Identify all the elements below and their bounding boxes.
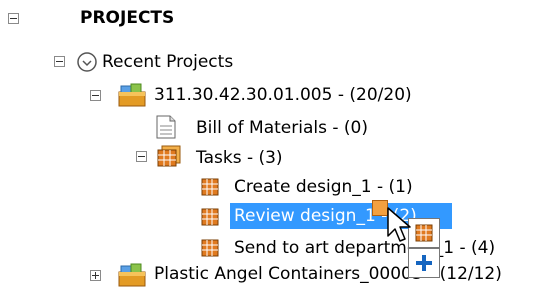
bom-label: Bill of Materials - (0) bbox=[196, 118, 368, 138]
calendar-icon bbox=[201, 239, 219, 257]
folder-box-icon bbox=[118, 83, 146, 107]
task-1-label: Create design_1 - (1) bbox=[234, 177, 413, 197]
folder-box-icon bbox=[118, 263, 146, 287]
tree-node-task-3[interactable]: Send to art department_1 - (4) bbox=[232, 234, 497, 262]
recent-projects-label: Recent Projects bbox=[102, 52, 234, 72]
document-icon bbox=[156, 115, 176, 139]
expand-toggle-project-2[interactable] bbox=[90, 270, 101, 281]
drag-ghost bbox=[372, 200, 444, 284]
tree-node-recent-projects[interactable]: Recent Projects bbox=[100, 48, 235, 76]
collapse-toggle-tasks[interactable] bbox=[136, 151, 147, 162]
clock-circle-icon bbox=[77, 52, 97, 72]
tasks-label: Tasks - (3) bbox=[196, 148, 283, 168]
project-1-label: 311.30.42.30.01.005 - (20/20) bbox=[154, 85, 412, 105]
collapse-toggle-project-1[interactable] bbox=[90, 90, 101, 101]
projects-root-label: PROJECTS bbox=[80, 8, 175, 28]
calendar-stack-icon bbox=[157, 145, 181, 167]
task-3-label: Send to art department_1 - (4) bbox=[234, 238, 496, 258]
calendar-icon bbox=[201, 178, 219, 196]
tree-node-projects[interactable]: PROJECTS bbox=[78, 4, 176, 32]
collapse-toggle-recent-projects[interactable] bbox=[54, 56, 65, 67]
tree-node-bill-of-materials[interactable]: Bill of Materials - (0) bbox=[194, 114, 370, 142]
tree-node-project-2[interactable]: Plastic Angel Containers_00003 - (12/12) bbox=[152, 260, 504, 288]
tree-node-task-1[interactable]: Create design_1 - (1) bbox=[232, 173, 415, 201]
mouse-pointer-icon bbox=[387, 207, 411, 242]
plus-icon bbox=[416, 255, 432, 271]
tree-node-tasks[interactable]: Tasks - (3) bbox=[194, 144, 285, 172]
collapse-toggle-projects[interactable] bbox=[8, 13, 19, 24]
tree-node-project-1[interactable]: 311.30.42.30.01.005 - (20/20) bbox=[152, 81, 414, 109]
project-2-label: Plastic Angel Containers_00003 - (12/12) bbox=[154, 264, 502, 284]
calendar-icon bbox=[415, 224, 433, 242]
calendar-icon bbox=[201, 208, 219, 226]
